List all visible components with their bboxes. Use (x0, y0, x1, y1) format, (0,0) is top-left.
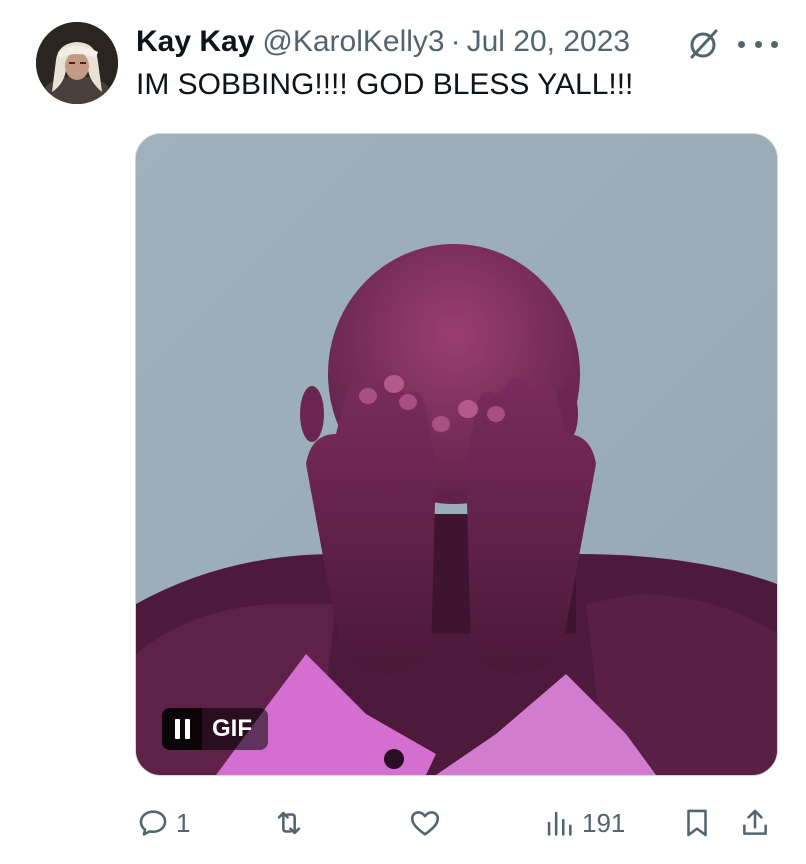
avatar-image (36, 22, 118, 104)
grok-icon[interactable] (686, 26, 722, 62)
views-button[interactable]: 191 (542, 800, 625, 846)
views-icon (547, 811, 572, 836)
separator-dot: · (450, 25, 461, 58)
tweet-header: Kay Kay @KarolKelly3 · Jul 20, 2023 (136, 22, 630, 62)
gif-media[interactable]: GIF (135, 133, 778, 776)
avatar[interactable] (36, 22, 118, 104)
reply-button[interactable]: 1 (136, 800, 190, 846)
reply-count: 1 (176, 807, 191, 838)
bookmark-icon (687, 809, 707, 837)
tweet-date[interactable]: Jul 20, 2023 (467, 25, 630, 59)
views-count: 191 (582, 807, 626, 838)
more-icon[interactable] (738, 26, 778, 62)
user-handle[interactable]: @KarolKelly3 (262, 25, 444, 59)
share-button[interactable] (738, 800, 772, 846)
gif-label: GIF (212, 715, 252, 742)
tweet-text: IM SOBBING!!!! GOD BLESS YALL!!! (136, 68, 634, 101)
like-button[interactable] (408, 800, 448, 846)
display-name[interactable]: Kay Kay (136, 25, 254, 59)
tweet-card[interactable]: Kay Kay @KarolKelly3 · Jul 20, 2023 IM S… (0, 0, 806, 864)
action-bar: 1 191 (136, 800, 776, 846)
pause-icon[interactable] (162, 708, 202, 750)
gif-badge: GIF (162, 708, 268, 750)
heart-icon (410, 811, 440, 836)
share-icon (743, 809, 767, 835)
retweet-button[interactable] (272, 800, 312, 846)
gif-image (136, 134, 777, 775)
retweet-icon (277, 811, 301, 835)
reply-icon (139, 810, 167, 836)
bookmark-button[interactable] (680, 800, 714, 846)
